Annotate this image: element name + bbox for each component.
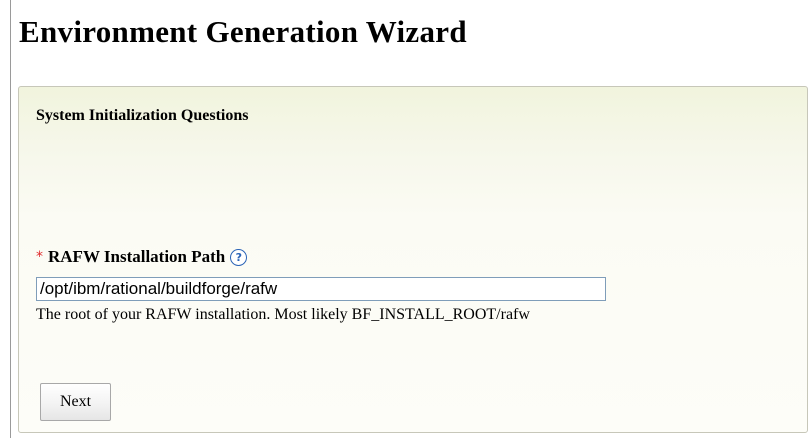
wizard-panel: System Initialization Questions * RAFW I…	[18, 86, 808, 433]
left-border	[10, 0, 11, 438]
question-mark-icon[interactable]: ?	[230, 248, 248, 266]
field-help-text: The root of your RAFW installation. Most…	[36, 306, 530, 323]
section-title: System Initialization Questions	[36, 107, 249, 124]
page-title: Environment Generation Wizard	[19, 14, 467, 49]
installation-path-input[interactable]	[36, 277, 606, 301]
field-label-row: * RAFW Installation Path ?	[36, 247, 248, 267]
field-label: RAFW Installation Path	[48, 247, 226, 266]
required-marker: *	[36, 249, 43, 265]
wizard-page: Environment Generation Wizard System Ini…	[0, 0, 810, 438]
next-button[interactable]: Next	[40, 383, 111, 421]
